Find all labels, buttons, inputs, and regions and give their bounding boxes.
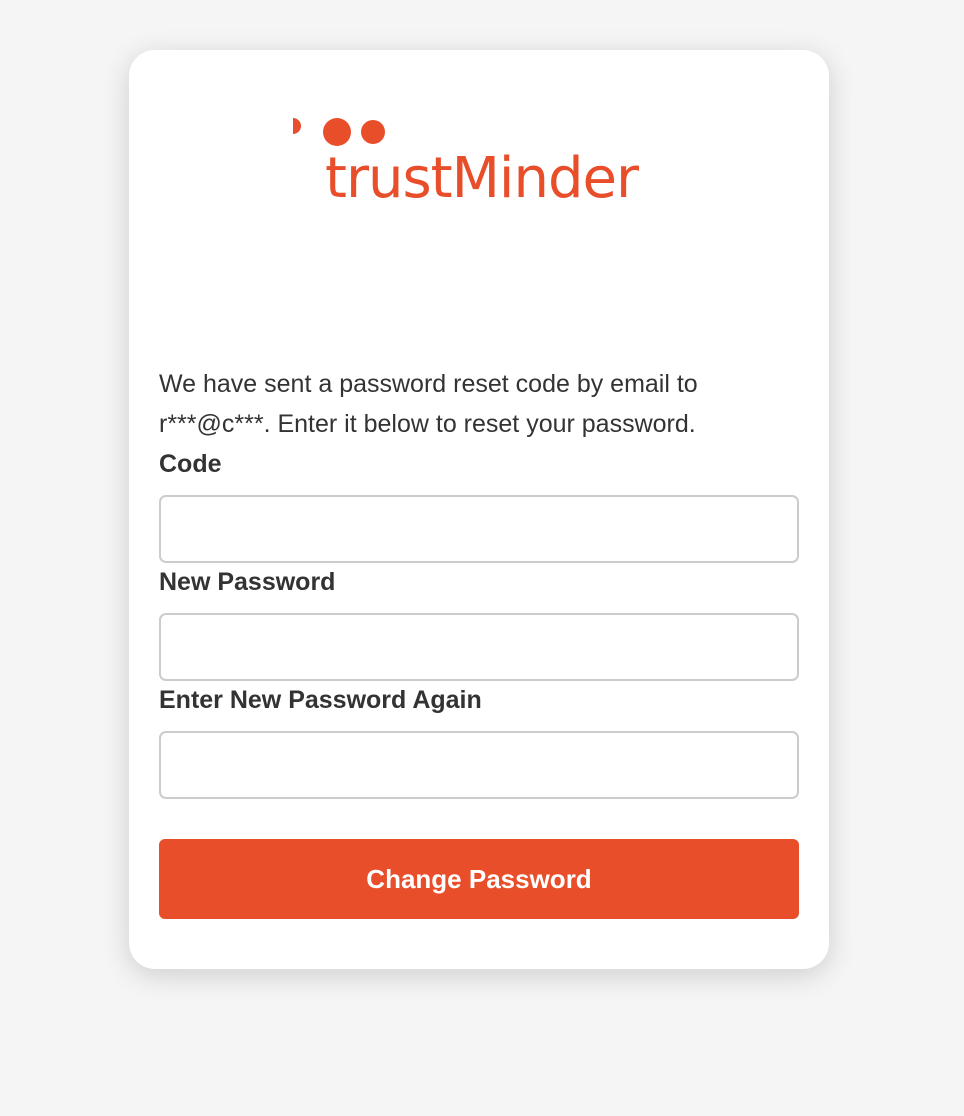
code-input[interactable] [159, 495, 799, 563]
confirm-password-label: Enter New Password Again [159, 686, 482, 714]
trustminder-logo: trustMinder [293, 116, 673, 216]
logo-wordmark: trustMinder [325, 146, 639, 211]
reset-password-card: trustMinder We have sent a password rese… [129, 50, 829, 969]
code-label: Code [159, 450, 222, 478]
new-password-input[interactable] [159, 613, 799, 681]
new-password-label: New Password [159, 568, 336, 596]
change-password-button[interactable]: Change Password [159, 839, 799, 919]
confirm-password-input[interactable] [159, 731, 799, 799]
logo-dots-icon [293, 118, 385, 146]
reset-instructions: We have sent a password reset code by em… [159, 370, 698, 438]
